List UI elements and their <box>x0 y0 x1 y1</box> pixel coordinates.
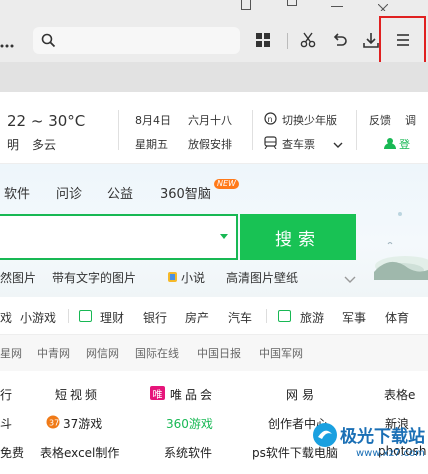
info-bar: 22 ~ 30°C 明 多云 8月4日 六月十八 星期五 放假安排 n 切换少年… <box>0 92 428 164</box>
undo-icon[interactable] <box>330 30 350 50</box>
weekday[interactable]: 星期五 <box>135 136 168 152</box>
news-sites-row: 星网 中青网 网信网 国际在线 中国日报 中国军网 <box>0 335 428 371</box>
hot-search-item[interactable]: 然图片 <box>0 269 36 286</box>
category-row: 戏 小游戏 理财 银行 房产 汽车 旅游 军事 体育 <box>0 297 428 335</box>
divider <box>118 110 119 150</box>
novel-icon <box>167 271 178 286</box>
watermark: 极光下载站 www.xz7.com <box>312 414 428 474</box>
tab-360-ai[interactable]: 360智脑 <box>160 183 211 202</box>
window-restore-icon[interactable] <box>331 0 343 7</box>
site-link[interactable]: 行 <box>0 386 12 403</box>
site-link[interactable]: 短视频 <box>55 386 100 403</box>
train-ticket-link[interactable]: 查车票 <box>282 136 315 152</box>
browser-toolbar <box>0 18 428 62</box>
tab-consult[interactable]: 问诊 <box>56 183 82 202</box>
download-icon[interactable] <box>361 30 381 50</box>
grid-icon[interactable] <box>253 30 273 50</box>
hot-search-item[interactable]: 小说 <box>181 269 205 286</box>
adjust-link[interactable]: 调 <box>405 112 416 128</box>
vip-icon: 唯 <box>150 386 165 401</box>
category-item[interactable]: 旅游 <box>300 309 324 326</box>
hot-search-item[interactable]: 带有文字的图片 <box>52 269 136 286</box>
news-site-link[interactable]: 中青网 <box>37 345 70 361</box>
toolbar-divider <box>287 33 288 49</box>
chevron-down-icon[interactable] <box>344 273 356 287</box>
tab-software[interactable]: 软件 <box>4 183 30 202</box>
watermark-url: www.xz7.com <box>356 448 425 459</box>
window-close-icon[interactable] <box>377 0 389 12</box>
site-link[interactable]: 表格e <box>384 386 415 403</box>
news-site-link[interactable]: 中国军网 <box>259 345 303 361</box>
feedback-link[interactable]: 反馈 <box>369 112 391 128</box>
news-site-link[interactable]: 星网 <box>0 345 22 361</box>
category-item[interactable]: 小游戏 <box>20 309 56 326</box>
svg-text:37: 37 <box>49 419 59 428</box>
site-link[interactable]: 斗 <box>0 415 12 432</box>
site-link[interactable]: 系统软件 <box>164 444 212 461</box>
tab-strip <box>0 62 428 92</box>
holiday-link[interactable]: 放假安排 <box>188 136 232 152</box>
category-item[interactable]: 房产 <box>185 309 209 326</box>
site-link[interactable]: 网易 <box>286 386 318 403</box>
watermark-logo-icon <box>313 423 337 447</box>
news-site-link[interactable]: 网信网 <box>86 345 119 361</box>
chevron-down-icon[interactable] <box>333 138 343 152</box>
landscape-illustration <box>374 212 428 280</box>
youth-mode-link[interactable]: 切换少年版 <box>282 112 337 128</box>
window-pin-icon[interactable] <box>241 0 251 10</box>
menu-highlight-box <box>379 16 426 68</box>
category-item[interactable]: 体育 <box>385 309 409 326</box>
dropdown-arrow-icon[interactable] <box>220 234 228 239</box>
weather-day: 明 <box>7 138 20 152</box>
category-item[interactable]: 戏 <box>0 309 12 326</box>
divider <box>252 110 253 150</box>
lunar-date[interactable]: 六月十八 <box>188 112 232 128</box>
more-dots-icon[interactable] <box>0 37 14 51</box>
divider <box>266 309 267 323</box>
date[interactable]: 8月4日 <box>135 112 171 128</box>
travel-icon <box>278 310 291 322</box>
youth-mode-icon: n <box>264 112 277 128</box>
category-item[interactable]: 汽车 <box>228 309 252 326</box>
watermark-title: 极光下载站 <box>340 427 425 447</box>
site-link[interactable]: 37游戏 <box>63 415 102 432</box>
tab-charity[interactable]: 公益 <box>107 183 133 202</box>
site-link[interactable]: 免费 <box>0 444 24 461</box>
site-link[interactable]: 表格excel制作 <box>40 444 119 461</box>
finance-icon <box>79 310 92 322</box>
divider <box>356 110 357 150</box>
temperature[interactable]: 22 ~ 30°C <box>7 112 85 130</box>
weather-condition[interactable]: 多云 <box>32 136 56 153</box>
search-hero: 软件 问诊 公益 360智脑 NEW 搜索 然图片 带有文字的图片 小说 高清图… <box>0 164 428 297</box>
scissors-icon[interactable] <box>298 30 318 50</box>
hot-search-item[interactable]: 高清图片壁纸 <box>226 269 298 286</box>
site-link[interactable]: 唯品会 <box>170 386 215 403</box>
search-button[interactable]: 搜索 <box>240 214 356 260</box>
address-bar[interactable] <box>33 27 240 54</box>
svg-text:n: n <box>268 115 273 124</box>
site-link[interactable]: 360游戏 <box>166 415 213 432</box>
37games-icon: 37 <box>46 415 60 432</box>
search-input[interactable] <box>0 214 238 260</box>
login-link[interactable]: 登 <box>399 136 410 152</box>
user-icon <box>384 137 396 152</box>
window-minimize-icon[interactable] <box>287 0 297 6</box>
new-badge: NEW <box>214 179 239 189</box>
train-icon <box>264 136 277 152</box>
search-icon <box>41 33 56 51</box>
news-site-link[interactable]: 中国日报 <box>197 345 241 361</box>
category-item[interactable]: 理财 <box>100 309 124 326</box>
category-item[interactable]: 银行 <box>143 309 167 326</box>
category-item[interactable]: 军事 <box>342 309 366 326</box>
window-titlebar <box>0 0 428 18</box>
divider <box>68 309 69 323</box>
news-site-link[interactable]: 国际在线 <box>135 345 179 361</box>
